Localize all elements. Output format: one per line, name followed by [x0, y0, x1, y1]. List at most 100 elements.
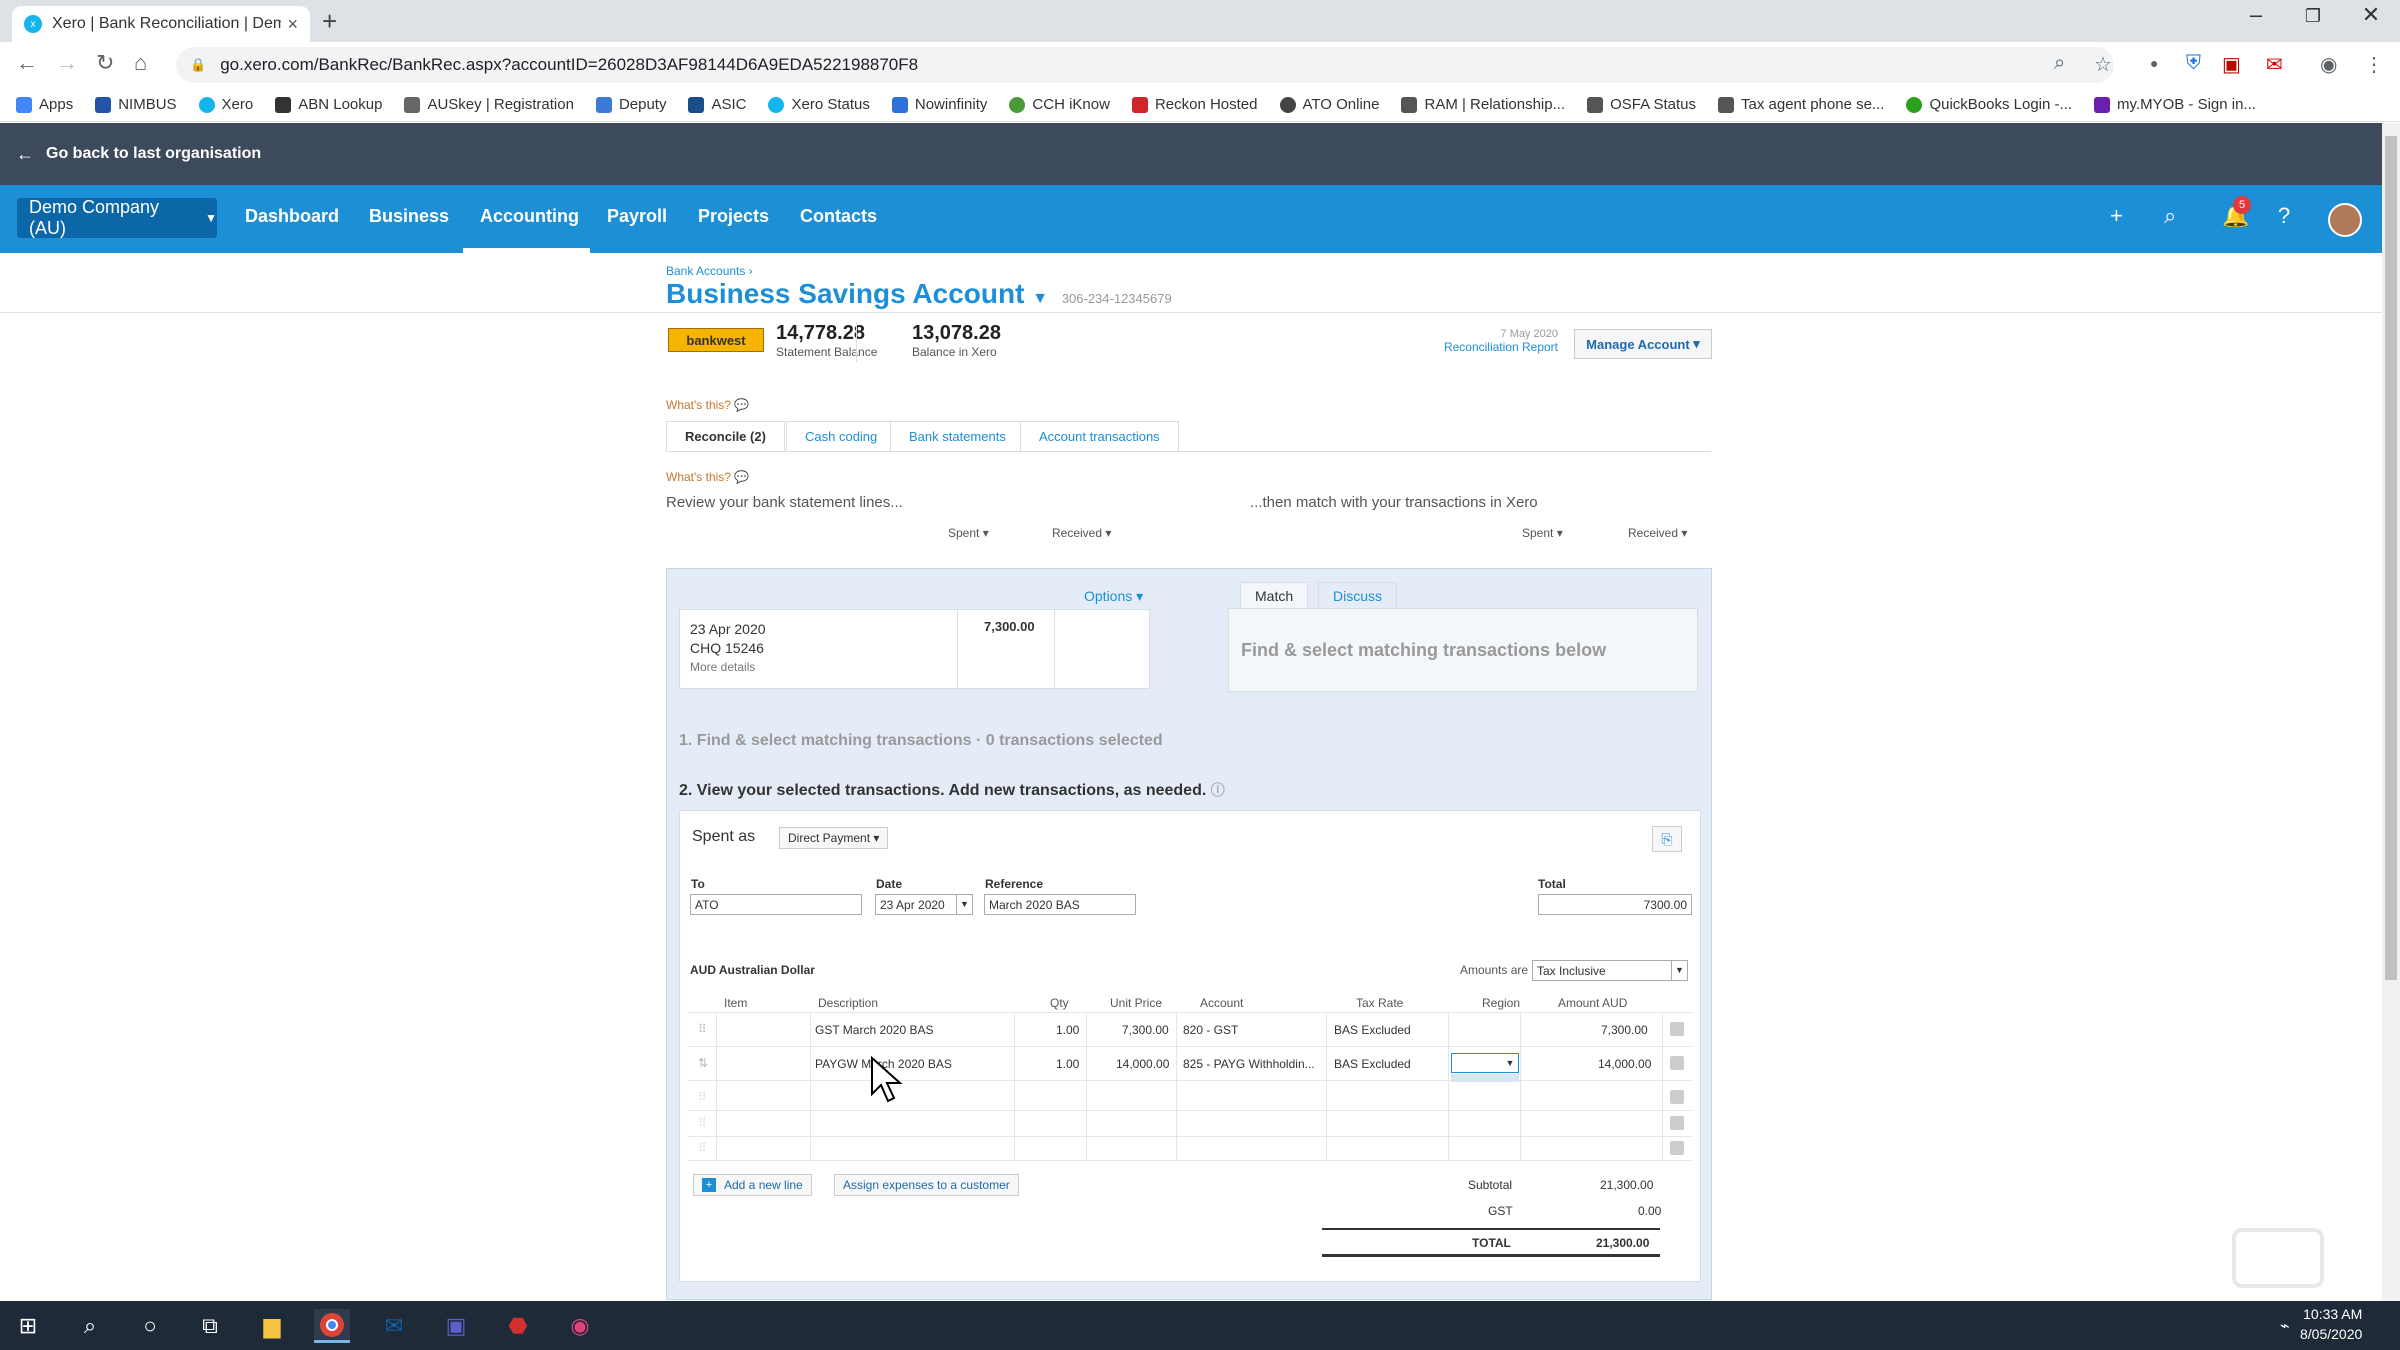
attach-file-icon[interactable]: ⎘ — [1652, 826, 1682, 852]
bookmark-nowinfinity[interactable]: Nowinfinity — [891, 96, 987, 113]
address-bar[interactable]: 🔒 go.xero.com/BankRec/BankRec.aspx?accou… — [176, 47, 2114, 83]
row-2-tax-rate[interactable]: BAS Excluded — [1334, 1057, 1411, 1071]
bookmark-asic[interactable]: ASIC — [688, 96, 746, 113]
task-view-icon[interactable]: ⧉ — [192, 1309, 228, 1343]
tab-bank-statements[interactable]: Bank statements — [890, 421, 1025, 451]
row-2-amount[interactable]: 14,000.00 — [1598, 1057, 1651, 1071]
row-1-amount[interactable]: 7,300.00 — [1601, 1023, 1648, 1037]
spent-as-dropdown[interactable]: Direct Payment ▾ — [779, 827, 889, 849]
more-details-link[interactable]: More details — [690, 660, 755, 674]
delete-row-icon[interactable] — [1670, 1090, 1684, 1104]
amounts-are-select[interactable]: Tax Inclusive ▼ — [1532, 960, 1688, 981]
screen-recorder-icon[interactable]: ◉ — [562, 1309, 598, 1343]
tab-discuss[interactable]: Discuss — [1318, 582, 1398, 608]
reload-icon[interactable]: ↻ — [96, 50, 114, 76]
bookmark-quickbooks[interactable]: QuickBooks Login -... — [1906, 96, 2072, 113]
org-switcher[interactable]: Demo Company (AU) ▼ — [17, 197, 217, 238]
sort-arrows-icon[interactable]: ⇅ — [698, 1056, 708, 1070]
scrollbar-thumb[interactable] — [2385, 136, 2397, 980]
row-1-account[interactable]: 820 - GST — [1183, 1023, 1238, 1037]
delete-row-icon[interactable] — [1670, 1056, 1684, 1070]
nav-projects[interactable]: Projects — [698, 206, 769, 227]
bookmark-apps[interactable]: Apps — [16, 96, 73, 113]
row-1-qty[interactable]: 1.00 — [1056, 1023, 1079, 1037]
avatar[interactable] — [2328, 203, 2362, 237]
bookmark-tax-agent[interactable]: Tax agent phone se... — [1718, 96, 1884, 113]
sort-received-right[interactable]: Received ▾ — [1628, 526, 1687, 540]
new-tab-icon[interactable]: + — [322, 6, 337, 37]
help-icon[interactable]: ? — [2278, 203, 2290, 229]
row-2-unit-price[interactable]: 14,000.00 — [1116, 1057, 1169, 1071]
chrome-icon[interactable] — [314, 1309, 350, 1343]
delete-row-icon[interactable] — [1670, 1116, 1684, 1130]
row-1-description[interactable]: GST March 2020 BAS — [815, 1023, 934, 1037]
bookmark-xero-status[interactable]: Xero Status — [768, 96, 870, 113]
minimize-icon[interactable]: – — [2233, 2, 2279, 28]
system-clock[interactable]: 10:33 AM 8/05/2020 — [2300, 1304, 2362, 1344]
search-icon[interactable]: ⌕ — [72, 1309, 108, 1343]
back-icon[interactable]: ← — [16, 50, 38, 76]
bookmark-osfa-status[interactable]: OSFA Status — [1587, 96, 1696, 113]
manage-account-button[interactable]: Manage Account ▾ — [1574, 329, 1712, 359]
total-field[interactable]: 7300.00 — [1538, 894, 1692, 915]
whats-this-link[interactable]: What's this? 💬 — [666, 398, 749, 412]
shield-extension-icon[interactable]: ⛨ — [2186, 52, 2201, 75]
drag-handle-icon[interactable]: ⠿ — [698, 1116, 707, 1130]
bookmark-deputy[interactable]: Deputy — [595, 96, 666, 113]
bookmark-nimbus[interactable]: NIMBUS — [95, 96, 177, 113]
to-field[interactable]: ATO — [690, 894, 862, 915]
teams-icon[interactable]: ▣ — [438, 1309, 474, 1343]
options-dropdown[interactable]: Options ▾ — [1084, 588, 1143, 605]
sort-received-left[interactable]: Received ▾ — [1052, 526, 1111, 540]
row-2-qty[interactable]: 1.00 — [1056, 1057, 1079, 1071]
help-circle-icon[interactable]: ⓘ — [1211, 782, 1225, 798]
bookmark-ato-online[interactable]: ATO Online — [1279, 96, 1379, 113]
row-2-region-select[interactable]: ▼ — [1451, 1053, 1519, 1073]
close-tab-icon[interactable]: × — [287, 14, 298, 35]
forward-icon[interactable]: → — [56, 50, 78, 76]
caret-down-icon[interactable]: ▼ — [956, 895, 972, 914]
menu-kebab-icon[interactable]: ⋮ — [2364, 52, 2384, 77]
network-icon[interactable]: ⌁ — [2280, 1316, 2290, 1336]
tab-cash-coding[interactable]: Cash coding — [786, 421, 897, 451]
add-new-line-button[interactable]: + Add a new line — [693, 1174, 812, 1196]
browser-tab[interactable]: x Xero | Bank Reconciliation | Dem × — [12, 6, 310, 42]
windows-start-icon[interactable]: ⊞ — [10, 1309, 46, 1343]
cortana-icon[interactable]: ○ — [132, 1309, 168, 1343]
bookmark-star-icon[interactable]: ☆ — [2094, 52, 2112, 77]
sort-spent-left[interactable]: Spent ▾ — [948, 526, 989, 540]
reconciliation-report-link[interactable]: Reconciliation Report — [1442, 340, 1558, 354]
bookmark-myob[interactable]: my.MYOB - Sign in... — [2094, 96, 2256, 113]
bookmark-reckon-hosted[interactable]: Reckon Hosted — [1131, 96, 1258, 113]
delete-row-icon[interactable] — [1670, 1141, 1684, 1155]
assign-expenses-button[interactable]: Assign expenses to a customer — [834, 1174, 1019, 1196]
bookmark-abn-lookup[interactable]: ABN Lookup — [275, 96, 382, 113]
row-1-unit-price[interactable]: 7,300.00 — [1122, 1023, 1169, 1037]
back-to-org-bar[interactable]: ← Go back to last organisation — [0, 123, 2382, 185]
restore-icon[interactable]: ❐ — [2290, 6, 2336, 27]
reference-field[interactable]: March 2020 BAS — [984, 894, 1136, 915]
mail-extension-icon[interactable]: ✉ — [2266, 52, 2283, 77]
plus-icon[interactable]: + — [2110, 203, 2123, 229]
row-1-tax-rate[interactable]: BAS Excluded — [1334, 1023, 1411, 1037]
tab-match[interactable]: Match — [1240, 582, 1309, 608]
profile-icon[interactable]: ◉ — [2320, 52, 2337, 77]
nav-contacts[interactable]: Contacts — [800, 206, 877, 227]
zoom-icon[interactable]: ⌕ — [2054, 52, 2065, 75]
drag-handle-icon[interactable]: ⠿ — [698, 1090, 707, 1104]
bookmark-ram[interactable]: RAM | Relationship... — [1401, 96, 1565, 113]
home-icon[interactable]: ⌂ — [134, 50, 147, 76]
tab-account-transactions[interactable]: Account transactions — [1020, 421, 1179, 451]
step-1-heading[interactable]: 1. Find & select matching transactions ·… — [679, 732, 1163, 750]
nav-payroll[interactable]: Payroll — [607, 206, 667, 227]
nav-accounting[interactable]: Accounting — [480, 206, 579, 227]
search-icon[interactable]: ⌕ — [2164, 203, 2176, 229]
extension-icon[interactable]: ● — [2150, 55, 2158, 71]
whats-this-link-2[interactable]: What's this? 💬 — [666, 470, 749, 484]
delete-row-icon[interactable] — [1670, 1022, 1684, 1036]
close-window-icon[interactable]: ✕ — [2348, 2, 2394, 28]
sort-spent-right[interactable]: Spent ▾ — [1522, 526, 1563, 540]
pdf-extension-icon[interactable]: ▣ — [2222, 52, 2241, 77]
outlook-icon[interactable]: ✉ — [376, 1309, 412, 1343]
row-2-account[interactable]: 825 - PAYG Withholdin... — [1183, 1057, 1323, 1071]
